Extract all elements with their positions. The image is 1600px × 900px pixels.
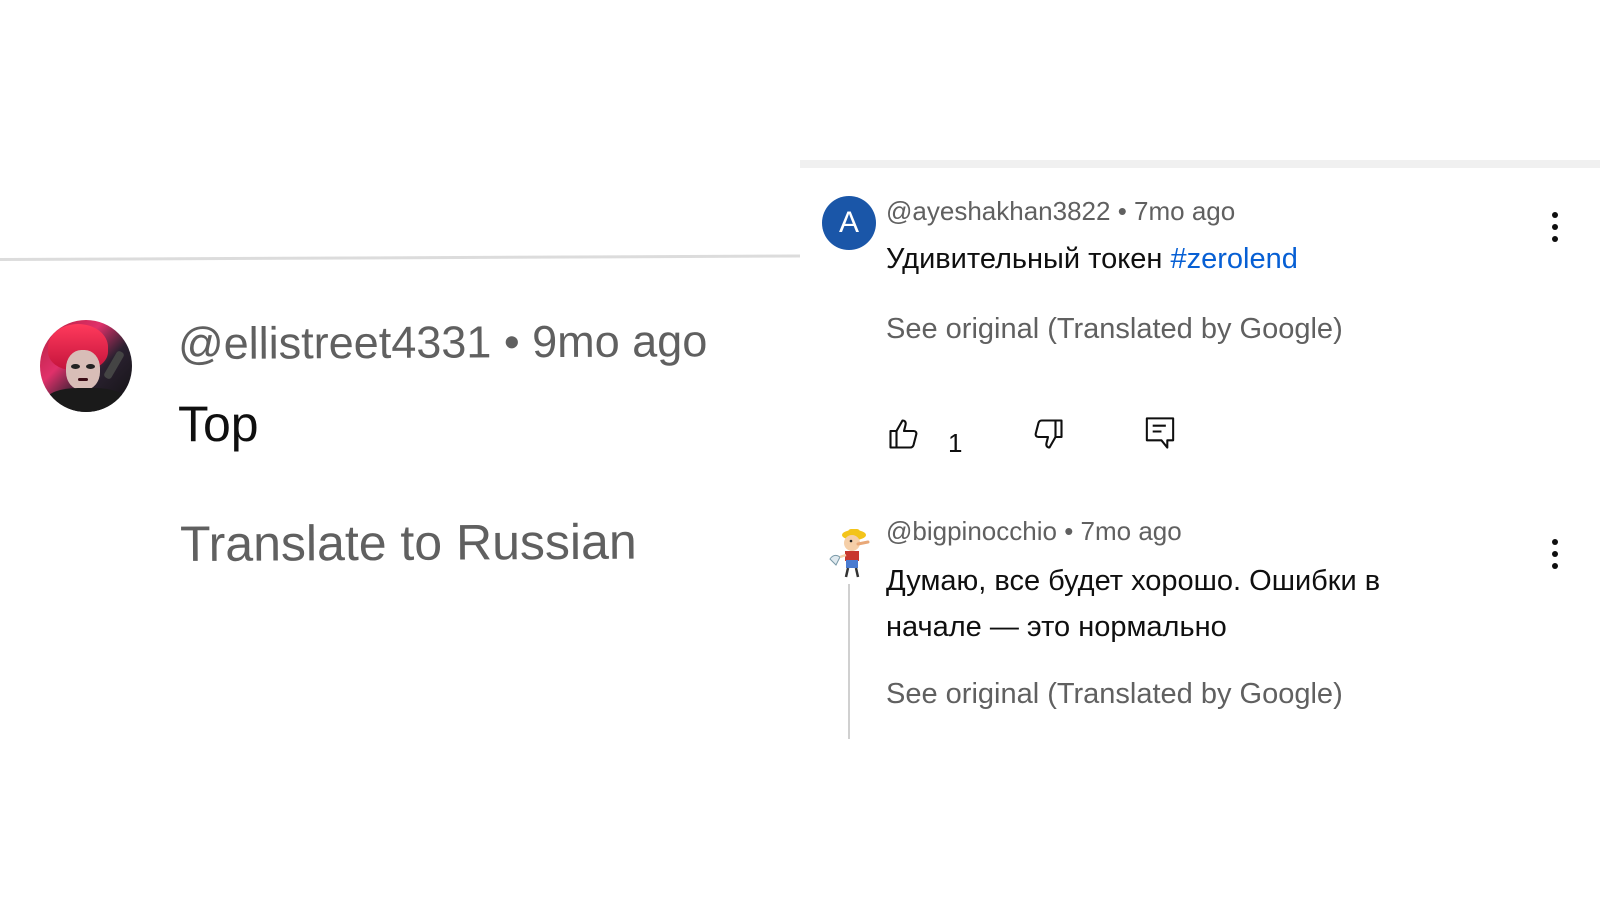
comment-time: 9mo ago bbox=[532, 315, 708, 368]
comment-time: 7mo ago bbox=[1134, 196, 1236, 226]
comment-meta: @bigpinocchio • 7mo ago bbox=[886, 516, 1182, 547]
meta-separator: • bbox=[1064, 516, 1074, 546]
reply-button[interactable] bbox=[1142, 414, 1178, 457]
like-count: 1 bbox=[948, 428, 963, 458]
comment-meta: @ayeshakhan3822 • 7mo ago bbox=[886, 196, 1235, 227]
comment-text-line-1: Думаю, все будет хорошо. Ошибки в bbox=[886, 565, 1381, 597]
dislike-button[interactable] bbox=[1030, 416, 1066, 457]
comment-author[interactable]: @bigpinocchio bbox=[886, 516, 1057, 546]
thumbs-down-icon bbox=[1034, 419, 1063, 449]
comment-text-line-2: начале — это нормально bbox=[886, 611, 1227, 643]
comment-time: 7mo ago bbox=[1080, 516, 1182, 546]
divider bbox=[800, 160, 1600, 168]
comment-text-body: Удивительный токен bbox=[886, 243, 1171, 275]
avatar[interactable]: A bbox=[822, 196, 876, 250]
divider bbox=[0, 254, 800, 261]
comment-meta: @ellistreet4331 • 9mo ago bbox=[178, 315, 708, 370]
reply-icon bbox=[1145, 417, 1175, 449]
like-button[interactable] bbox=[886, 416, 922, 457]
more-vert-icon[interactable] bbox=[1545, 210, 1565, 244]
see-original-button[interactable]: See original (Translated by Google) bbox=[886, 678, 1343, 711]
see-original-button[interactable]: See original (Translated by Google) bbox=[886, 313, 1343, 346]
translate-button[interactable]: Translate to Russian bbox=[180, 513, 637, 573]
avatar[interactable] bbox=[824, 525, 878, 579]
thumbs-up-icon bbox=[889, 419, 918, 449]
avatar[interactable] bbox=[40, 320, 132, 412]
comment-author[interactable]: @ayeshakhan3822 bbox=[886, 196, 1110, 226]
meta-separator: • bbox=[1117, 196, 1127, 226]
pinocchio-avatar-image bbox=[829, 529, 870, 578]
comment-text: Top bbox=[178, 396, 259, 452]
comment-author[interactable]: @ellistreet4331 bbox=[178, 316, 492, 369]
comment-text: Удивительный токен #zerolend bbox=[886, 236, 1298, 282]
page: @ellistreet4331 • 9mo ago Top Translate … bbox=[0, 0, 1600, 900]
hashtag-link[interactable]: #zerolend bbox=[1170, 243, 1297, 275]
meta-separator: • bbox=[503, 316, 520, 368]
more-vert-icon[interactable] bbox=[1545, 537, 1565, 571]
thread-line bbox=[848, 584, 850, 739]
